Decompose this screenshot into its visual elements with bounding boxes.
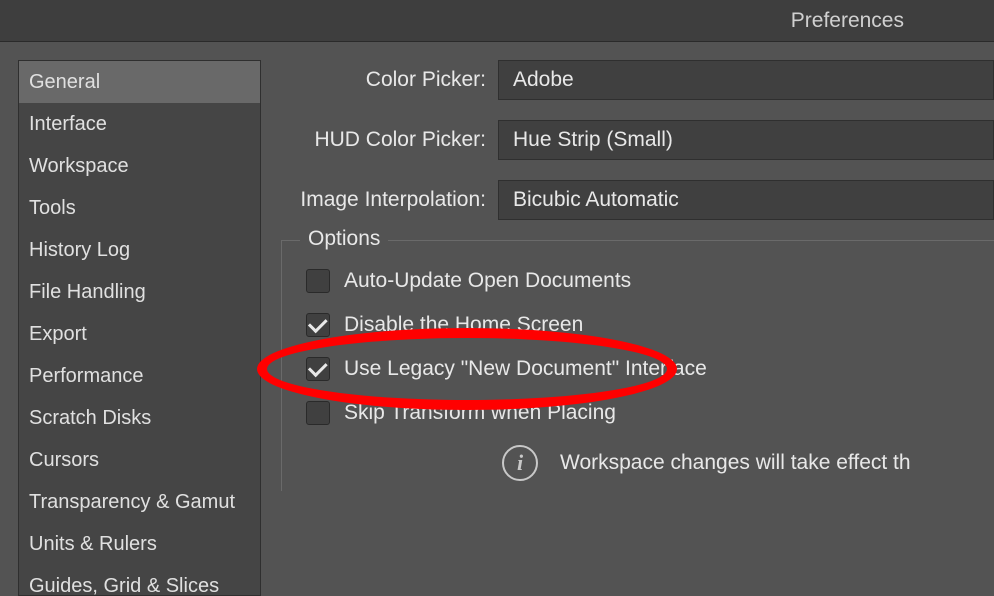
- checkbox-row-legacy-new-doc: Use Legacy "New Document" Interface: [302, 357, 974, 381]
- sidebar-item-performance[interactable]: Performance: [19, 355, 260, 397]
- titlebar: Preferences: [0, 0, 994, 42]
- sidebar-item-workspace[interactable]: Workspace: [19, 145, 260, 187]
- sidebar-item-label: Interface: [29, 113, 107, 135]
- dropdown-value: Hue Strip (Small): [513, 128, 673, 152]
- sidebar-item-label: General: [29, 71, 100, 93]
- sidebar-item-interface[interactable]: Interface: [19, 103, 260, 145]
- sidebar-item-label: File Handling: [29, 281, 146, 303]
- window-title: Preferences: [791, 9, 904, 33]
- checkbox-label: Auto-Update Open Documents: [344, 269, 631, 293]
- image-interpolation-row: Image Interpolation: Bicubic Automatic: [271, 180, 994, 220]
- image-interpolation-label: Image Interpolation:: [271, 188, 498, 212]
- sidebar-item-label: Transparency & Gamut: [29, 491, 235, 513]
- sidebar-item-cursors[interactable]: Cursors: [19, 439, 260, 481]
- sidebar-item-label: Tools: [29, 197, 76, 219]
- checkbox-legacy-new-doc[interactable]: [306, 357, 330, 381]
- color-picker-row: Color Picker: Adobe: [271, 60, 994, 100]
- checkbox-skip-transform[interactable]: [306, 401, 330, 425]
- checkbox-row-disable-home: Disable the Home Screen: [302, 313, 974, 337]
- checkbox-auto-update[interactable]: [306, 269, 330, 293]
- checkbox-label: Use Legacy "New Document" Interface: [344, 357, 707, 381]
- sidebar-item-label: Guides, Grid & Slices: [29, 575, 219, 596]
- sidebar-item-label: Export: [29, 323, 87, 345]
- sidebar-item-units-rulers[interactable]: Units & Rulers: [19, 523, 260, 565]
- main-content: General Interface Workspace Tools Histor…: [0, 42, 994, 596]
- sidebar-item-label: Workspace: [29, 155, 129, 177]
- sidebar-item-scratch-disks[interactable]: Scratch Disks: [19, 397, 260, 439]
- options-group: Options Auto-Update Open Documents Disab…: [281, 240, 994, 491]
- content-panel: Color Picker: Adobe HUD Color Picker: Hu…: [261, 42, 994, 596]
- sidebar-item-label: History Log: [29, 239, 130, 261]
- options-legend: Options: [300, 227, 388, 251]
- sidebar-item-export[interactable]: Export: [19, 313, 260, 355]
- sidebar-item-tools[interactable]: Tools: [19, 187, 260, 229]
- hud-color-picker-dropdown[interactable]: Hue Strip (Small): [498, 120, 994, 160]
- checkbox-disable-home[interactable]: [306, 313, 330, 337]
- sidebar-item-guides-grid-slices[interactable]: Guides, Grid & Slices: [19, 565, 260, 596]
- sidebar-item-label: Units & Rulers: [29, 533, 157, 555]
- color-picker-label: Color Picker:: [271, 68, 498, 92]
- sidebar-item-label: Cursors: [29, 449, 99, 471]
- dropdown-value: Adobe: [513, 68, 574, 92]
- sidebar-item-general[interactable]: General: [19, 61, 260, 103]
- checkbox-label: Disable the Home Screen: [344, 313, 583, 337]
- sidebar-item-label: Performance: [29, 365, 144, 387]
- info-row: i Workspace changes will take effect th: [302, 445, 974, 481]
- checkbox-row-auto-update: Auto-Update Open Documents: [302, 269, 974, 293]
- color-picker-dropdown[interactable]: Adobe: [498, 60, 994, 100]
- info-icon-glyph: i: [517, 452, 523, 474]
- info-text: Workspace changes will take effect th: [560, 451, 911, 475]
- image-interpolation-dropdown[interactable]: Bicubic Automatic: [498, 180, 994, 220]
- sidebar: General Interface Workspace Tools Histor…: [18, 60, 261, 596]
- checkbox-label: Skip Transform when Placing: [344, 401, 616, 425]
- dropdown-value: Bicubic Automatic: [513, 188, 679, 212]
- sidebar-item-transparency-gamut[interactable]: Transparency & Gamut: [19, 481, 260, 523]
- sidebar-item-label: Scratch Disks: [29, 407, 151, 429]
- hud-color-picker-label: HUD Color Picker:: [271, 128, 498, 152]
- checkbox-row-skip-transform: Skip Transform when Placing: [302, 401, 974, 425]
- sidebar-item-file-handling[interactable]: File Handling: [19, 271, 260, 313]
- info-icon: i: [502, 445, 538, 481]
- hud-color-picker-row: HUD Color Picker: Hue Strip (Small): [271, 120, 994, 160]
- sidebar-item-history-log[interactable]: History Log: [19, 229, 260, 271]
